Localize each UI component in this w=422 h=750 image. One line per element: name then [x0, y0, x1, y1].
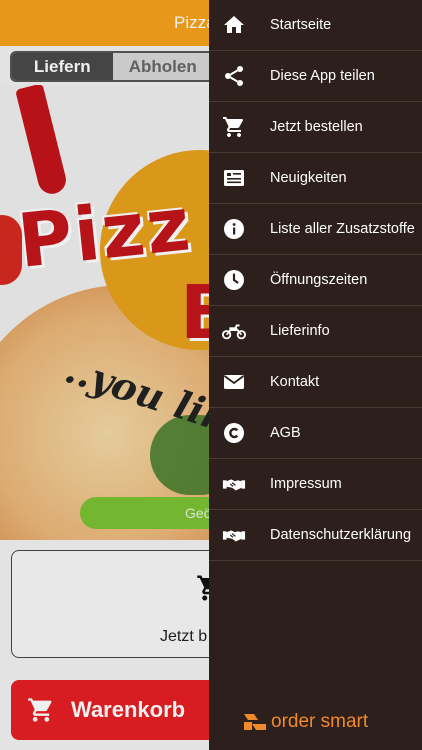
- handshake-icon: [221, 522, 247, 548]
- menu-label: Jetzt bestellen: [270, 119, 363, 135]
- clock-icon: [221, 267, 247, 293]
- menu-item-contact[interactable]: Kontakt: [209, 357, 422, 408]
- info-icon: [221, 216, 247, 242]
- order-smart-mark-icon: [244, 714, 266, 730]
- menu-item-opening-hours[interactable]: Öffnungszeiten: [209, 255, 422, 306]
- handshake-icon: [221, 471, 247, 497]
- drawer-scrim[interactable]: [0, 0, 209, 750]
- menu-item-privacy[interactable]: Datenschutzerklärung: [209, 510, 422, 561]
- menu-item-imprint[interactable]: Impressum: [209, 459, 422, 510]
- menu-item-additives[interactable]: Liste aller Zusatzstoffe: [209, 204, 422, 255]
- order-smart-logo: order smart: [242, 711, 368, 733]
- menu-item-news[interactable]: Neuigkeiten: [209, 153, 422, 204]
- menu-label: Öffnungszeiten: [270, 272, 368, 288]
- menu-label: Neuigkeiten: [270, 170, 347, 186]
- mail-icon: [221, 369, 247, 395]
- cart-icon: [221, 114, 247, 140]
- menu-label: Diese App teilen: [270, 68, 375, 84]
- menu-item-startseite[interactable]: Startseite: [209, 0, 422, 51]
- menu-label: Impressum: [270, 476, 342, 492]
- menu-item-order[interactable]: Jetzt bestellen: [209, 102, 422, 153]
- brand-name: order smart: [271, 711, 369, 732]
- share-icon: [221, 63, 247, 89]
- home-icon: [221, 12, 247, 38]
- menu-label: Startseite: [270, 17, 332, 33]
- menu-label: Liste aller Zusatzstoffe: [270, 221, 415, 237]
- menu-label: Kontakt: [270, 374, 320, 390]
- motorbike-icon: [221, 318, 247, 344]
- news-icon: [221, 165, 247, 191]
- navigation-drawer: Startseite Diese App teilen Jetzt bestel…: [209, 0, 422, 750]
- menu-label: Lieferinfo: [270, 323, 330, 339]
- menu-item-terms[interactable]: AGB: [209, 408, 422, 459]
- menu-item-delivery-info[interactable]: Lieferinfo: [209, 306, 422, 357]
- copyright-icon: [221, 420, 247, 446]
- menu-label: Datenschutzerklärung: [270, 527, 412, 543]
- menu-label: AGB: [270, 425, 301, 441]
- menu-item-share[interactable]: Diese App teilen: [209, 51, 422, 102]
